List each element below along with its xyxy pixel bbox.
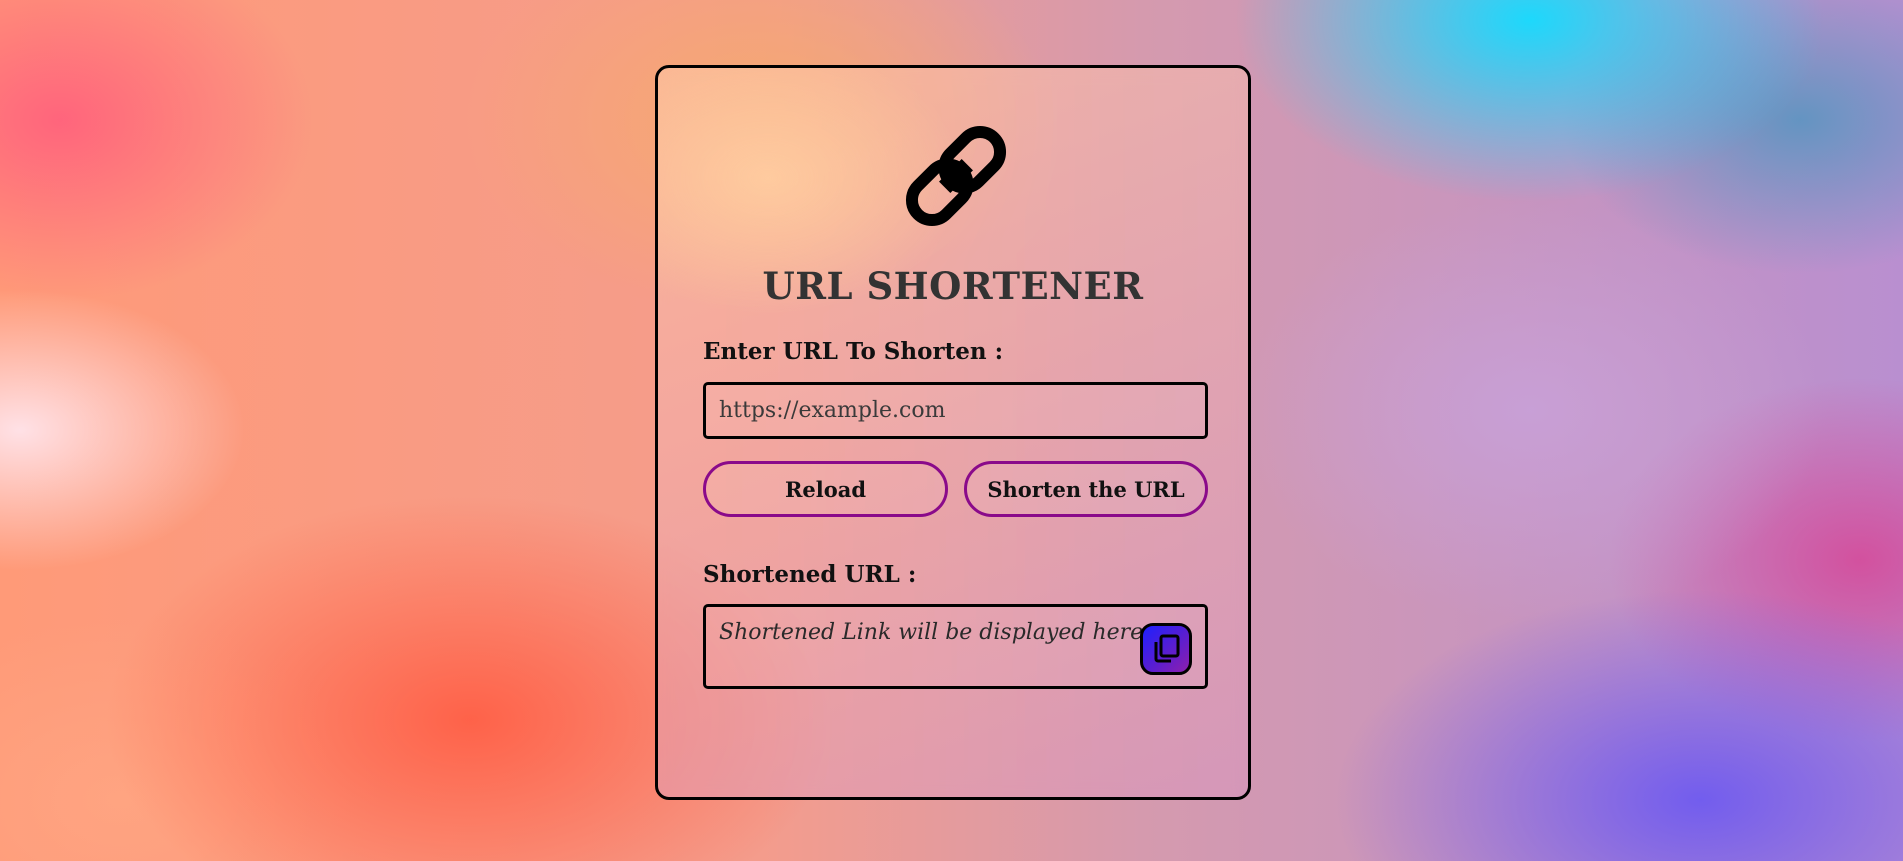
- page-title: URL SHORTENER: [762, 264, 1144, 308]
- copy-icon: [1154, 634, 1180, 663]
- shortened-url-label: Shortened URL :: [703, 561, 917, 588]
- url-shortener-card: URL SHORTENER Enter URL To Shorten : Rel…: [655, 65, 1251, 800]
- shortened-url-output: Shortened Link will be displayed here: [703, 604, 1208, 689]
- url-input-label: Enter URL To Shorten :: [703, 338, 1004, 365]
- shortened-url-placeholder: Shortened Link will be displayed here: [719, 620, 1144, 645]
- copy-button[interactable]: [1140, 623, 1192, 675]
- shorten-url-button[interactable]: Shorten the URL: [964, 461, 1208, 517]
- reload-button[interactable]: Reload: [703, 461, 948, 517]
- link-icon: [905, 125, 1007, 227]
- url-input[interactable]: [703, 382, 1208, 439]
